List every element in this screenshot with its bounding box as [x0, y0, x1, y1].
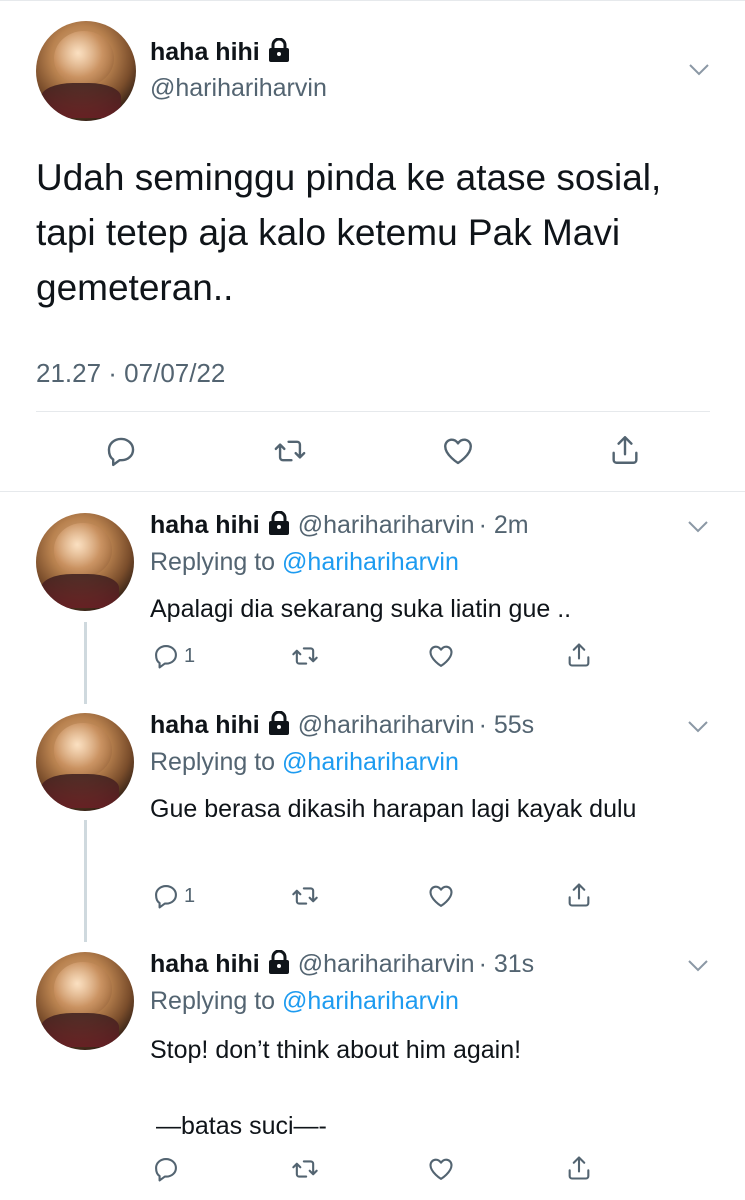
avatar[interactable] [36, 952, 134, 1050]
like-button[interactable] [440, 434, 476, 468]
author-name[interactable]: haha hihi [150, 711, 260, 739]
replying-to: Replying to @harihariharvin [150, 748, 459, 777]
share-button[interactable] [565, 880, 593, 910]
lock-icon [268, 710, 290, 742]
author-name[interactable]: haha hihi [150, 511, 260, 539]
reply-tweet[interactable]: haha hihi @harihariharvin · 55s Replying t… [0, 692, 745, 942]
reply-time[interactable]: · 31s [479, 950, 535, 978]
lock-icon [268, 949, 290, 981]
reply-icon [107, 437, 135, 467]
reply-header: haha hihi @harihariharvin · 55s [150, 710, 535, 742]
share-button[interactable] [565, 1153, 593, 1183]
reply-icon [155, 645, 177, 669]
reply-tweet[interactable]: haha hihi @harihariharvin · 2m Replying to… [0, 492, 745, 702]
like-button[interactable] [426, 1155, 456, 1183]
share-icon [568, 643, 590, 667]
replying-to-label: Replying to [150, 987, 276, 1015]
tweet-timestamp[interactable]: 21.27 · 07/07/22 [36, 358, 225, 389]
heart-icon [444, 438, 472, 465]
reply-text-line: —batas suci—- [156, 1112, 327, 1140]
reply-text-line: Stop! don’t think about him again! [150, 1036, 522, 1064]
reply-button[interactable] [152, 1155, 180, 1183]
share-button[interactable] [608, 432, 642, 468]
reply-count: 1 [184, 644, 196, 667]
reply-icon [155, 1158, 177, 1182]
reply-button[interactable]: 1 [152, 642, 195, 670]
author-name-row[interactable]: haha hihi [150, 37, 290, 69]
reply-header: haha hihi @harihariharvin · 2m [150, 510, 529, 542]
divider [36, 411, 710, 412]
chevron-down-icon[interactable] [686, 719, 710, 735]
share-icon [568, 1156, 590, 1180]
retweet-icon [292, 887, 318, 905]
lock-icon [268, 510, 290, 542]
author-name[interactable]: haha hihi [150, 38, 260, 66]
chevron-down-icon[interactable] [686, 519, 710, 535]
reply-time[interactable]: · 55s [479, 711, 535, 739]
share-icon [568, 883, 590, 907]
replying-to-label: Replying to [150, 548, 276, 576]
retweet-button[interactable] [272, 434, 308, 468]
reply-icon [155, 885, 177, 909]
heart-icon [429, 645, 453, 667]
like-button[interactable] [426, 882, 456, 910]
lock-icon [268, 37, 290, 69]
heart-icon [429, 885, 453, 907]
retweet-button[interactable] [290, 1155, 320, 1183]
author-handle[interactable]: @harihariharvin [298, 711, 475, 739]
replying-to: Replying to @harihariharvin [150, 548, 459, 577]
like-button[interactable] [426, 642, 456, 670]
share-button[interactable] [565, 640, 593, 670]
avatar[interactable] [36, 513, 134, 611]
retweet-button[interactable] [290, 642, 320, 670]
chevron-down-icon[interactable] [686, 958, 710, 974]
retweet-icon [292, 647, 318, 665]
author-handle[interactable]: @harihariharvin [150, 74, 327, 103]
replying-to-link[interactable]: @harihariharvin [282, 987, 459, 1015]
avatar[interactable] [36, 713, 134, 811]
reply-count: 1 [184, 884, 196, 907]
reply-tweet[interactable]: haha hihi @harihariharvin · 31s Replying t… [0, 930, 745, 1200]
reply-text: Apalagi dia sekarang suka liatin gue .. [150, 595, 572, 623]
reply-header: haha hihi @harihariharvin · 31s [150, 949, 535, 981]
reply-text: Gue berasa dikasih harapan lagi kayak du… [150, 795, 637, 823]
reply-time[interactable]: · 2m [479, 511, 529, 539]
retweet-button[interactable] [290, 882, 320, 910]
replying-to-link[interactable]: @harihariharvin [282, 748, 459, 776]
main-tweet[interactable]: haha hihi @harihariharvin Udah seminggu … [0, 0, 745, 492]
replying-to-link[interactable]: @harihariharvin [282, 548, 459, 576]
tweet-actions [0, 430, 745, 480]
replying-to-label: Replying to [150, 748, 276, 776]
replying-to: Replying to @harihariharvin [150, 987, 459, 1016]
author-name[interactable]: haha hihi [150, 950, 260, 978]
reply-button[interactable] [104, 434, 138, 468]
retweet-icon [292, 1160, 318, 1178]
share-icon [612, 436, 638, 464]
tweet-text: Udah seminggu pinda ke atase sosial, tap… [36, 157, 662, 308]
author-handle[interactable]: @harihariharvin [298, 511, 475, 539]
author-handle[interactable]: @harihariharvin [298, 950, 475, 978]
reply-button[interactable]: 1 [152, 882, 195, 910]
chevron-down-icon[interactable] [687, 62, 711, 78]
avatar[interactable] [36, 21, 136, 121]
retweet-icon [274, 440, 306, 462]
heart-icon [429, 1158, 453, 1180]
